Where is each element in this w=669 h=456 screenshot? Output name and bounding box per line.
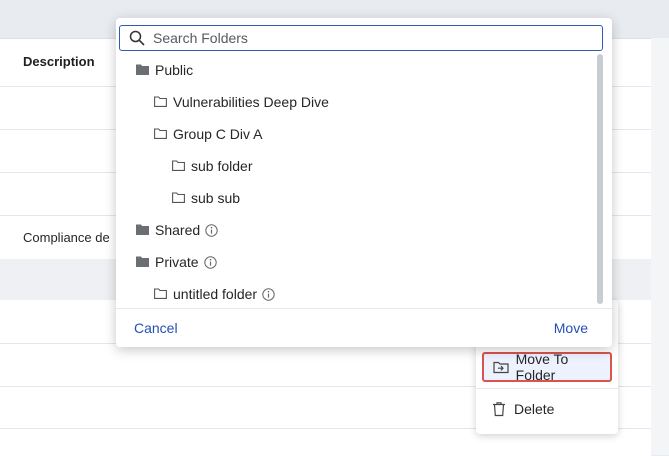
folder-tree-item[interactable]: Group C Div A (154, 118, 262, 150)
folder-label: untitled folder (173, 286, 258, 302)
table-cell-description: Compliance de (23, 230, 110, 245)
search-icon (129, 30, 145, 46)
folder-tree-item[interactable]: Shared (136, 214, 218, 246)
folder-move-icon (492, 358, 510, 376)
folder-outline-icon (172, 160, 186, 172)
search-folders-input[interactable] (153, 30, 573, 46)
scrollbar-thumb[interactable] (597, 54, 603, 304)
folder-tree-item[interactable]: untitled folder (154, 278, 275, 306)
move-to-folder-menu-item[interactable]: Move To Folder (482, 351, 612, 383)
folder-label: Shared (155, 222, 201, 238)
delete-label: Delete (514, 401, 555, 417)
folder-label: Private (155, 254, 199, 270)
folder-outline-icon (154, 96, 168, 108)
folder-filled-icon (136, 256, 150, 268)
folder-label: Public (155, 62, 194, 78)
description-column-header[interactable]: Description (23, 54, 95, 69)
trash-icon (490, 400, 508, 418)
folder-outline-icon (154, 288, 168, 300)
info-icon[interactable] (203, 255, 217, 269)
folder-picker-footer: Cancel Move (116, 308, 612, 348)
move-button[interactable]: Move (554, 320, 588, 336)
folder-tree-item[interactable]: sub folder (172, 150, 252, 182)
folder-tree-item[interactable]: Private (136, 246, 217, 278)
page-scrollbar[interactable] (651, 38, 669, 455)
info-icon[interactable] (205, 223, 218, 237)
folder-filled-icon (136, 224, 150, 236)
folder-picker-dropdown: Public Vulnerabilities Deep Dive Group C D… (116, 18, 612, 347)
folder-label: sub sub (191, 190, 241, 206)
cancel-button[interactable]: Cancel (134, 320, 178, 336)
folder-tree-scrollbar[interactable] (597, 54, 603, 306)
delete-menu-item[interactable]: Delete (482, 394, 612, 424)
folder-tree: Public Vulnerabilities Deep Dive Group C D… (116, 54, 594, 306)
folder-tree-item[interactable]: Vulnerabilities Deep Dive (154, 86, 329, 118)
folder-outline-icon (172, 192, 186, 204)
folder-tree-item[interactable]: sub sub (172, 182, 240, 214)
folder-filled-icon (136, 64, 150, 76)
info-icon[interactable] (262, 287, 275, 301)
folder-label: Vulnerabilities Deep Dive (173, 94, 329, 110)
folder-label: sub folder (191, 158, 253, 174)
folder-label: Group C Div A (173, 126, 263, 142)
move-to-folder-label: Move To Folder (515, 351, 569, 383)
menu-divider (476, 388, 618, 389)
search-folders-field[interactable] (119, 25, 603, 51)
folder-outline-icon (154, 128, 168, 140)
folder-tree-item[interactable]: Public (136, 54, 193, 86)
